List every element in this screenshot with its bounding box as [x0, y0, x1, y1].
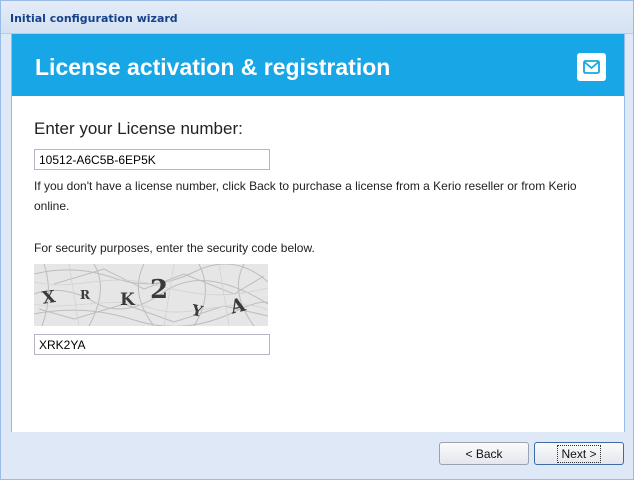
- license-heading: Enter your License number:: [34, 119, 243, 138]
- header-banner: License activation & registration: [12, 34, 624, 96]
- title-bar: Initial configuration wizard: [1, 1, 633, 34]
- envelope-icon: [577, 53, 606, 81]
- wizard-window: Initial configuration wizard License act…: [0, 0, 634, 480]
- banner-title: License activation & registration: [35, 54, 391, 80]
- license-info-text: If you don't have a license number, clic…: [34, 179, 577, 213]
- captcha-image: X R K 2 Y A: [34, 264, 268, 326]
- next-button[interactable]: Next >: [534, 442, 624, 465]
- license-number-input[interactable]: [34, 149, 270, 170]
- svg-text:K: K: [120, 290, 136, 310]
- wizard-footer: < Back Next >: [11, 432, 625, 472]
- window-title: Initial configuration wizard: [10, 12, 178, 25]
- svg-text:R: R: [80, 288, 91, 302]
- next-button-label: Next >: [557, 444, 601, 463]
- wizard-content: License activation & registration Enter …: [11, 34, 625, 432]
- back-button[interactable]: < Back: [439, 442, 529, 465]
- security-instructions: For security purposes, enter the securit…: [34, 241, 315, 255]
- security-code-input[interactable]: [34, 334, 270, 355]
- svg-text:2: 2: [150, 275, 168, 305]
